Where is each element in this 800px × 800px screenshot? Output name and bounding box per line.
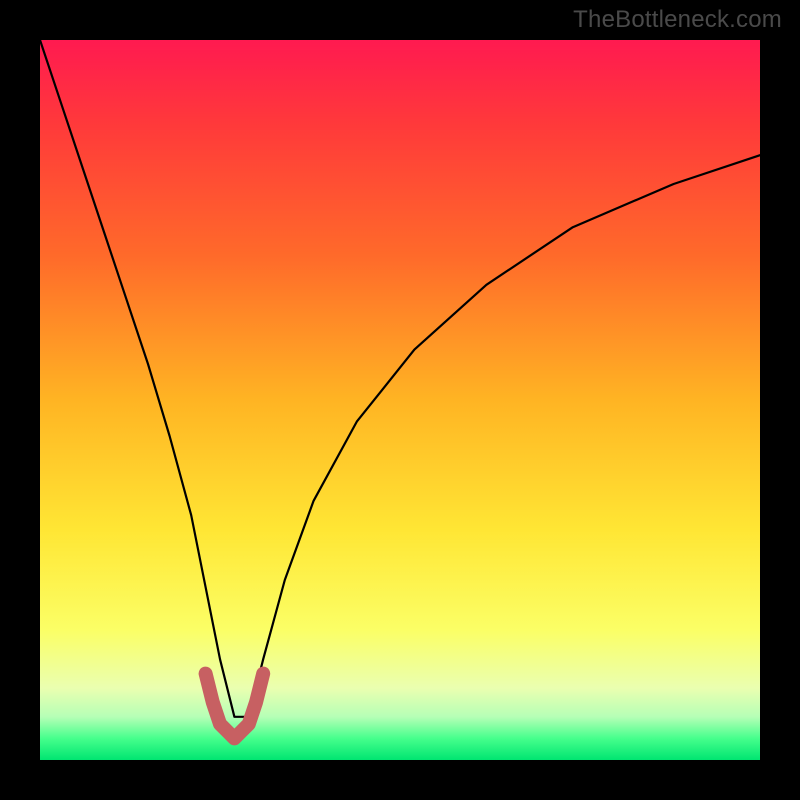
chart-frame: TheBottleneck.com — [0, 0, 800, 800]
curve-layer — [40, 40, 760, 760]
watermark-text: TheBottleneck.com — [573, 6, 782, 34]
bottleneck-curve — [40, 40, 760, 717]
plot-area — [40, 40, 760, 760]
optimal-marker — [206, 674, 264, 739]
